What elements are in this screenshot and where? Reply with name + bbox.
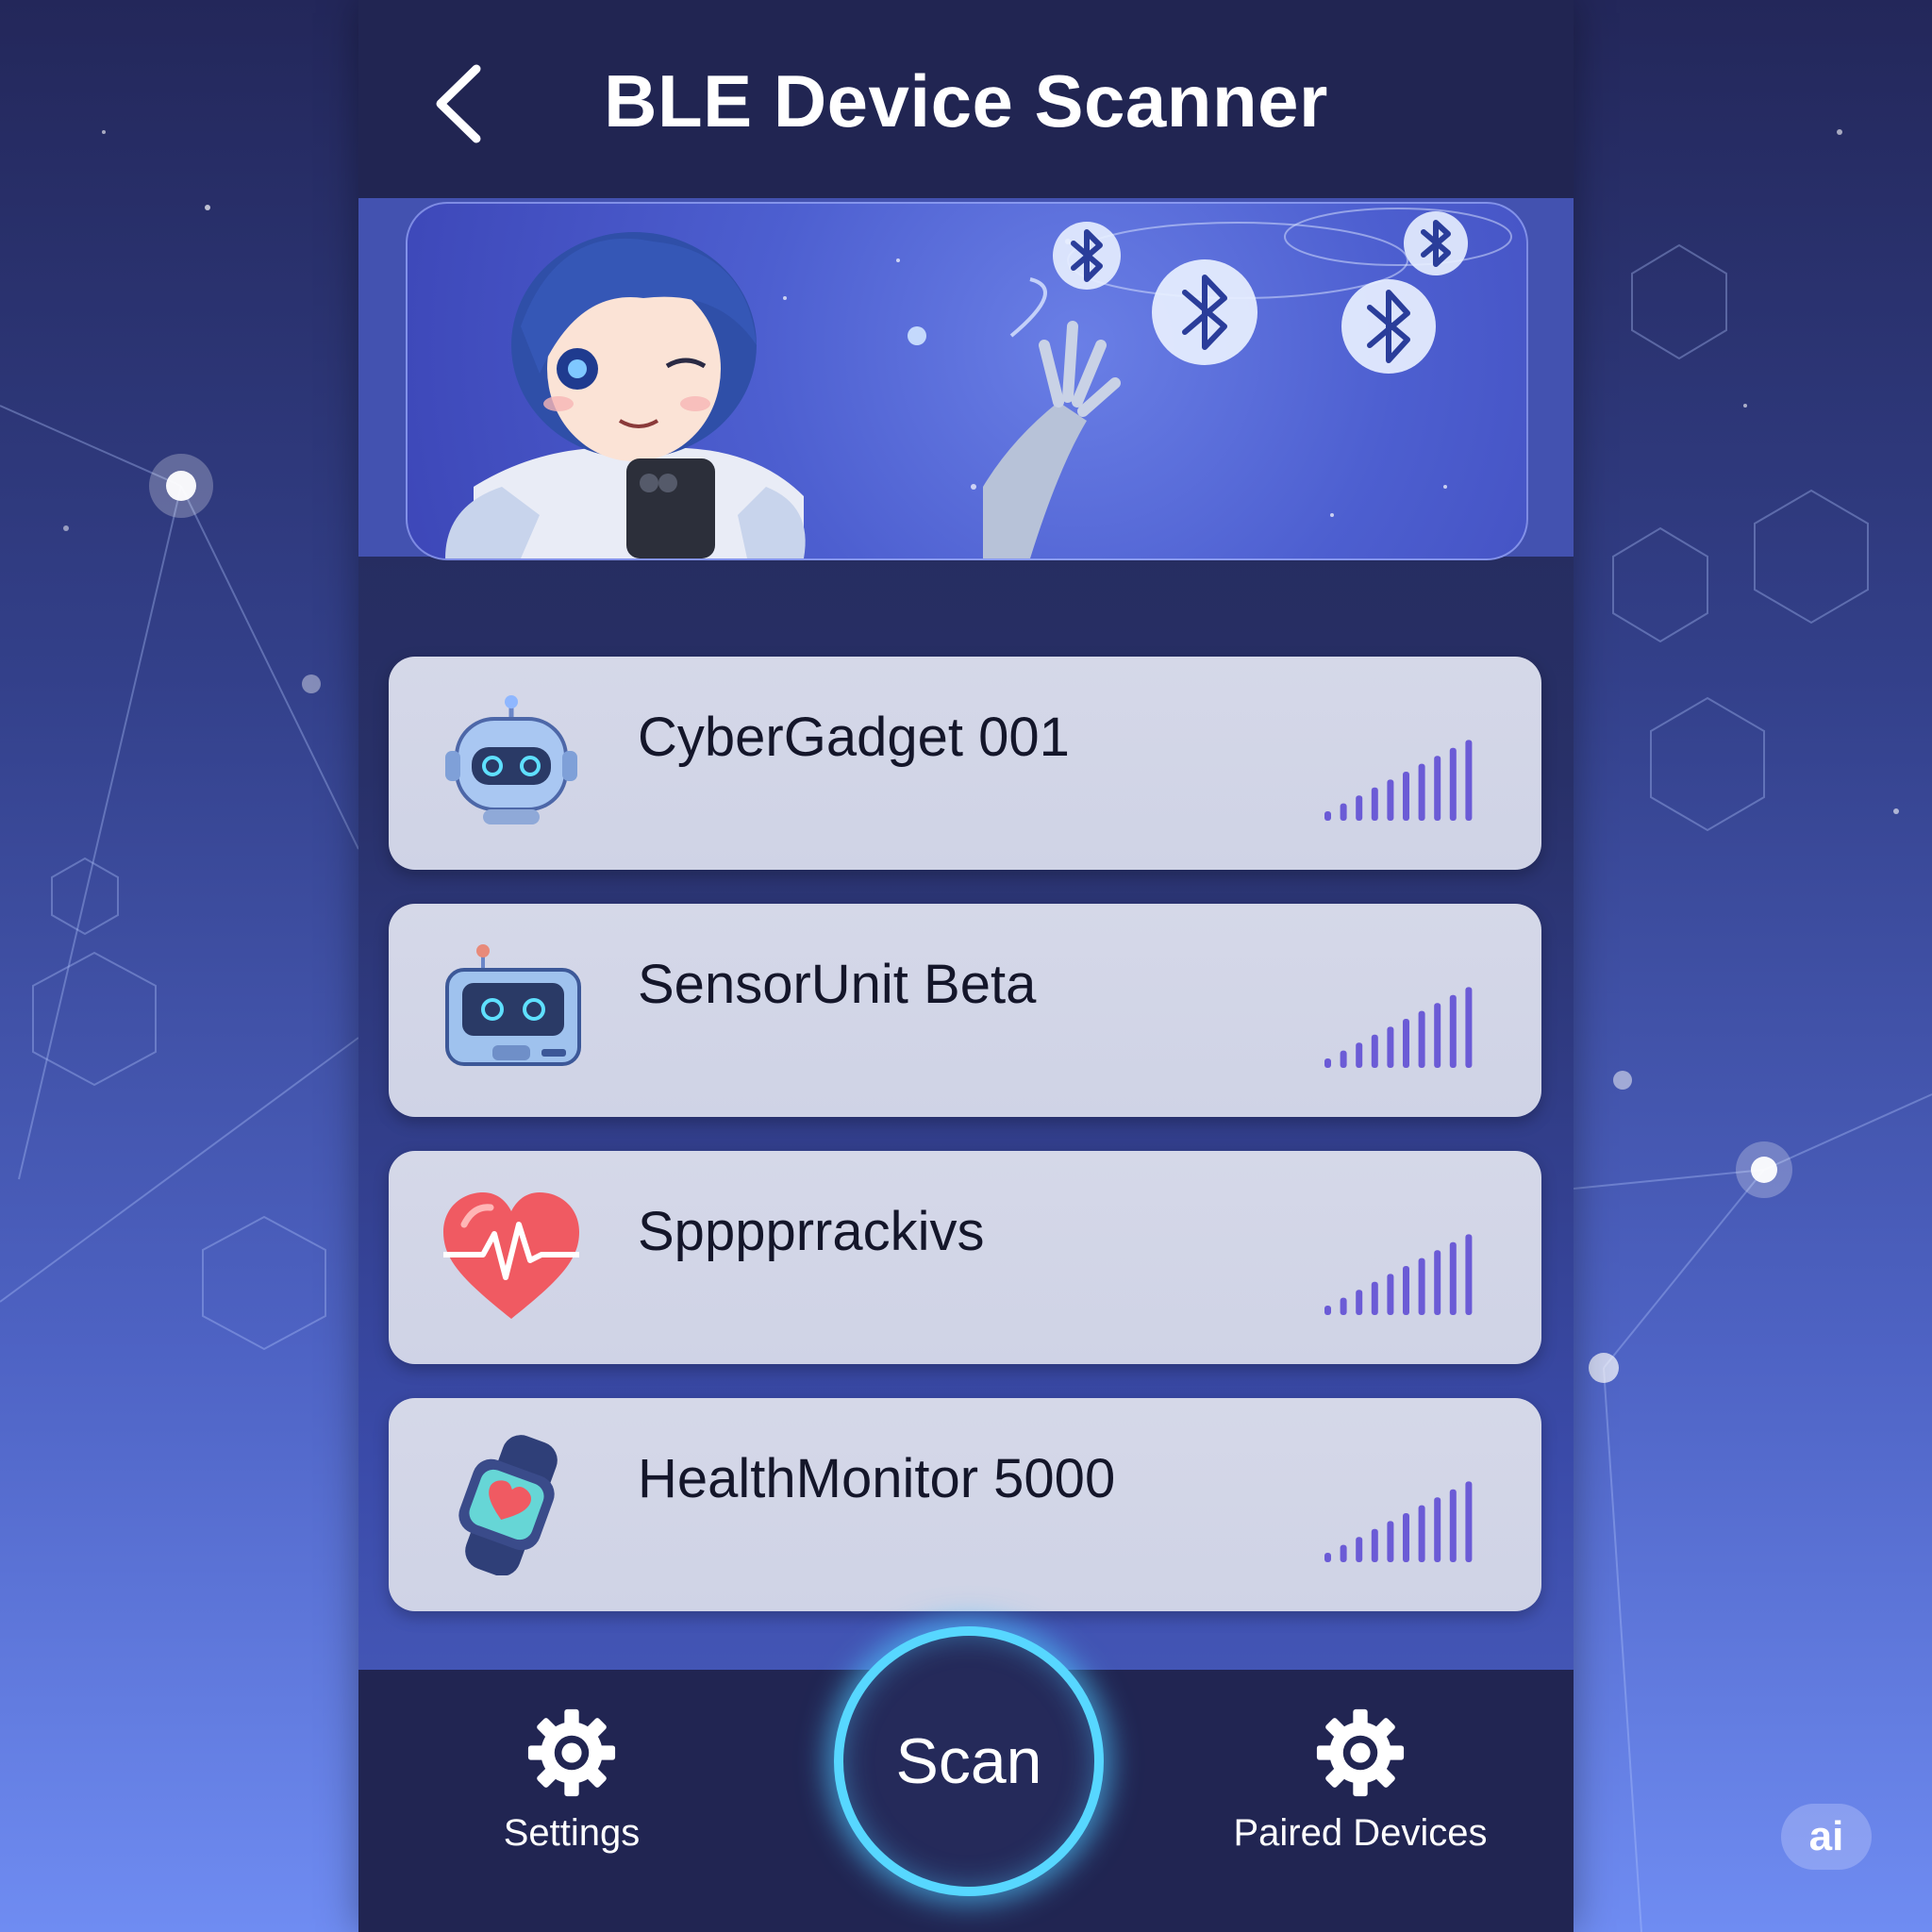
signal-bar bbox=[1371, 1528, 1378, 1562]
signal-strength-icon bbox=[1324, 987, 1473, 1068]
paired-devices-nav-button[interactable]: Paired Devices bbox=[1219, 1707, 1502, 1855]
device-row-spppprrackivs[interactable]: Spppprrackivs bbox=[389, 1151, 1541, 1364]
bluetooth-icon bbox=[1053, 211, 1468, 374]
device-name: Spppprrackivs bbox=[638, 1201, 985, 1262]
paired-devices-label: Paired Devices bbox=[1233, 1812, 1488, 1854]
app-header: BLE Device Scanner bbox=[358, 0, 1574, 198]
heart-rate-icon bbox=[443, 1192, 579, 1319]
gear-icon bbox=[527, 1708, 616, 1797]
signal-bar bbox=[1418, 1505, 1425, 1562]
device-row-sensorunit[interactable]: SensorUnit Beta bbox=[389, 904, 1541, 1117]
signal-bar bbox=[1449, 994, 1457, 1068]
signal-bar bbox=[1356, 795, 1363, 821]
signal-bar bbox=[1403, 1019, 1409, 1068]
signal-bar bbox=[1403, 1266, 1409, 1315]
hero-banner bbox=[406, 202, 1528, 560]
signal-bar bbox=[1434, 1250, 1441, 1315]
signal-bar bbox=[1403, 772, 1409, 821]
signal-bar bbox=[1387, 1026, 1394, 1068]
scan-label: Scan bbox=[895, 1725, 1042, 1797]
signal-bar bbox=[1324, 1306, 1331, 1315]
settings-label: Settings bbox=[503, 1812, 641, 1854]
signal-bar bbox=[1434, 1003, 1441, 1068]
device-row-healthmonitor[interactable]: HealthMonitor 5000 bbox=[389, 1398, 1541, 1611]
page-title: BLE Device Scanner bbox=[604, 59, 1328, 142]
settings-nav-button[interactable]: Settings bbox=[430, 1707, 713, 1855]
signal-bar bbox=[1356, 1290, 1363, 1315]
signal-bar bbox=[1465, 1234, 1473, 1315]
signal-bar bbox=[1356, 1537, 1363, 1562]
banner-illustration bbox=[445, 208, 1512, 558]
phone-screen: BLE Device Scanner CyberGadget 001 Senso… bbox=[358, 0, 1574, 1932]
signal-bar bbox=[1387, 1274, 1394, 1315]
signal-bar bbox=[1324, 1553, 1331, 1562]
signal-bar bbox=[1418, 1010, 1425, 1068]
signal-strength-icon bbox=[1324, 1481, 1473, 1562]
signal-bar bbox=[1340, 1050, 1347, 1068]
signal-bar bbox=[1403, 1513, 1409, 1562]
signal-strength-icon bbox=[1324, 740, 1473, 821]
signal-bar bbox=[1449, 1489, 1457, 1562]
device-name: SensorUnit Beta bbox=[638, 954, 1037, 1015]
signal-bar bbox=[1434, 1497, 1441, 1562]
ai-watermark-badge: ai bbox=[1781, 1804, 1872, 1870]
device-name: HealthMonitor 5000 bbox=[638, 1448, 1116, 1509]
gear-icon bbox=[1316, 1708, 1405, 1797]
signal-bar bbox=[1340, 1544, 1347, 1562]
signal-bar bbox=[1356, 1042, 1363, 1068]
character-illustration bbox=[445, 232, 1121, 558]
signal-bar bbox=[1371, 1034, 1378, 1068]
robot-head-icon bbox=[445, 695, 577, 824]
signal-bar bbox=[1434, 756, 1441, 821]
signal-bar bbox=[1340, 803, 1347, 821]
signal-bar bbox=[1449, 747, 1457, 821]
device-row-cybergadget[interactable]: CyberGadget 001 bbox=[389, 657, 1541, 870]
signal-bar bbox=[1387, 779, 1394, 821]
signal-bar bbox=[1449, 1241, 1457, 1315]
signal-bar bbox=[1465, 1481, 1473, 1562]
signal-bar bbox=[1465, 987, 1473, 1068]
signal-bar bbox=[1387, 1521, 1394, 1562]
signal-bar bbox=[1324, 811, 1331, 821]
sensor-box-icon bbox=[445, 944, 581, 1066]
signal-bar bbox=[1324, 1058, 1331, 1068]
signal-bar bbox=[1340, 1297, 1347, 1315]
banner-container bbox=[358, 198, 1574, 560]
signal-bar bbox=[1465, 740, 1473, 821]
signal-bar bbox=[1371, 1281, 1378, 1315]
signal-strength-icon bbox=[1324, 1234, 1473, 1315]
device-list: CyberGadget 001 SensorUnit Beta Spppprra… bbox=[389, 657, 1541, 1645]
signal-bar bbox=[1418, 763, 1425, 821]
signal-bar bbox=[1418, 1257, 1425, 1315]
device-name: CyberGadget 001 bbox=[638, 707, 1070, 768]
scan-button[interactable]: Scan bbox=[834, 1626, 1104, 1896]
smartwatch-icon bbox=[458, 1435, 558, 1575]
signal-bar bbox=[1371, 787, 1378, 821]
